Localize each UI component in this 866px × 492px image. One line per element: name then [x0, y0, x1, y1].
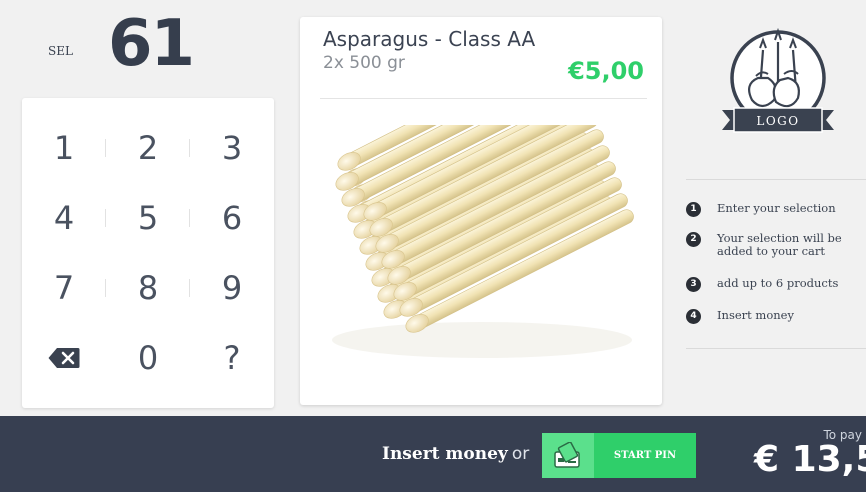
product-name: Asparagus - Class AA	[323, 27, 536, 51]
product-divider	[320, 98, 647, 99]
logo: LOGO	[722, 27, 834, 133]
key-0[interactable]: 0	[106, 323, 190, 393]
key-6[interactable]: 6	[190, 183, 274, 253]
step-number: 1	[686, 202, 701, 217]
product-quantity: 2x 500 gr	[323, 53, 405, 73]
key-7[interactable]: 7	[22, 253, 106, 323]
key-help[interactable]: ?	[190, 323, 274, 393]
instruction-step-4: 4 Insert money	[686, 309, 857, 324]
step-number: 3	[686, 277, 701, 292]
selection-number: 61	[108, 7, 195, 81]
key-4[interactable]: 4	[22, 183, 106, 253]
key-2[interactable]: 2	[106, 113, 190, 183]
keypad: 1 2 3 4 5 6 7 8 9 0 ?	[22, 98, 274, 408]
key-9[interactable]: 9	[190, 253, 274, 323]
step-text: Enter your selection	[717, 201, 836, 215]
step-text: add up to 6 products	[717, 276, 839, 290]
step-number: 2	[686, 232, 701, 247]
card-reader-icon	[554, 441, 580, 468]
instruction-step-3: 3 add up to 6 products	[686, 277, 857, 292]
key-5[interactable]: 5	[106, 183, 190, 253]
instructions-divider-bottom	[686, 348, 866, 349]
logo-text: LOGO	[756, 114, 799, 128]
key-8[interactable]: 8	[106, 253, 190, 323]
payment-bar: Insert moneyor START PIN To pay € 13,50	[0, 416, 866, 492]
asparagus-spears	[335, 125, 634, 333]
product-image	[332, 125, 634, 358]
instructions-divider-top	[686, 179, 866, 180]
start-pin-button[interactable]: START PIN	[542, 433, 696, 478]
step-text: Insert money	[717, 308, 794, 322]
start-pin-label: START PIN	[613, 450, 677, 461]
insert-or-label: or	[511, 444, 530, 464]
instruction-step-1: 1 Enter your selection	[686, 202, 857, 217]
selection-label: SEL	[48, 44, 73, 58]
product-card: Asparagus - Class AA 2x 500 gr €5,00	[300, 17, 662, 405]
vending-screen: SEL 61 1 2 3 4 5 6 7 8 9 0 ? Asparagus -…	[0, 0, 866, 492]
insert-money-label: Insert money	[382, 444, 508, 464]
insert-money-text: Insert money or	[382, 444, 529, 464]
card-icon-box	[542, 433, 594, 478]
key-3[interactable]: 3	[190, 113, 274, 183]
key-backspace[interactable]	[22, 323, 106, 393]
step-number: 4	[686, 309, 701, 324]
key-1[interactable]: 1	[22, 113, 106, 183]
to-pay-amount: € 13,50	[754, 439, 866, 480]
backspace-icon	[48, 348, 80, 368]
product-price: €5,00	[568, 57, 644, 85]
instruction-step-2: 2 Your selection will be added to your c…	[686, 232, 857, 258]
step-text: Your selection will be added to your car…	[717, 231, 842, 258]
